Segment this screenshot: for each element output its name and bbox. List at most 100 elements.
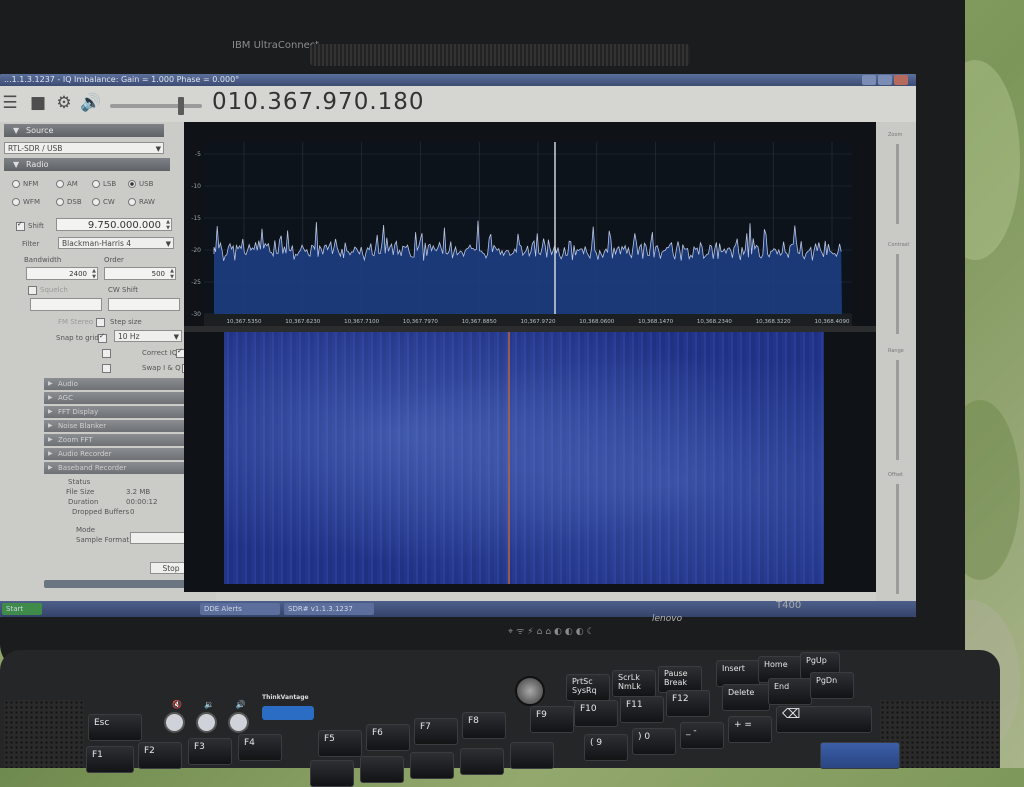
key-insert[interactable]: Insert <box>716 660 760 687</box>
mode-radio-dsb[interactable]: DSB <box>56 198 82 206</box>
volume-down-button[interactable] <box>196 712 217 733</box>
mode-radio-raw[interactable]: RAW <box>128 198 155 206</box>
squelch-input[interactable] <box>30 298 102 311</box>
stop-icon[interactable]: ■ <box>28 93 48 113</box>
key-f7[interactable]: F7 <box>414 718 458 745</box>
key-number[interactable] <box>310 760 354 787</box>
start-button[interactable]: Start <box>2 603 42 615</box>
squelch-checkbox[interactable] <box>28 286 37 295</box>
snap-to-grid-checkbox[interactable] <box>98 332 107 343</box>
volume-mute-button[interactable] <box>164 712 185 733</box>
order-input[interactable]: 500 ▲ ▼ <box>104 267 176 280</box>
fm-stereo-checkbox[interactable] <box>102 349 111 358</box>
key-pause[interactable]: Pause Break <box>658 666 702 693</box>
maximize-button[interactable] <box>878 75 892 85</box>
key-f8[interactable]: F8 <box>462 712 506 739</box>
close-button[interactable] <box>894 75 908 85</box>
offset-slider[interactable] <box>896 484 899 594</box>
step-size-label: Step size <box>110 318 142 326</box>
fft-plot[interactable]: -5 -10 -15 -20 -25 -30 10,367.5350 10,367.6230… <box>184 122 876 332</box>
key-equals[interactable]: + = <box>728 716 772 743</box>
key-esc[interactable]: Esc <box>88 714 142 741</box>
frequency-display[interactable]: 010.367.970.180 <box>212 89 425 115</box>
agc-section-header[interactable]: AGC <box>44 392 194 404</box>
mode-radio-am[interactable]: AM <box>56 180 78 188</box>
range-label: Range <box>888 348 904 354</box>
key-pgdn[interactable]: PgDn <box>810 672 854 699</box>
shift-input[interactable]: 9.750.000.000 ▲ ▼ <box>56 218 172 231</box>
key-number[interactable] <box>460 748 504 775</box>
key-9[interactable]: ( 9 <box>584 734 628 761</box>
fft-display-section-header[interactable]: FFT Display <box>44 406 194 418</box>
spin-arrows-icon[interactable]: ▲ ▼ <box>170 268 174 280</box>
audio-recorder-section-header[interactable]: Audio Recorder <box>44 448 194 460</box>
step-size-checkbox[interactable] <box>96 318 105 327</box>
noise-blanker-section-header[interactable]: Noise Blanker <box>44 420 194 432</box>
key-delete[interactable]: Delete <box>722 684 770 711</box>
key-scrlk[interactable]: ScrLk NmLk <box>612 670 656 697</box>
filter-select[interactable]: Blackman-Harris 4 ▼ <box>58 237 174 249</box>
source-device-select[interactable]: RTL-SDR / USB ▼ <box>4 142 164 154</box>
range-slider[interactable] <box>896 360 899 460</box>
filter-label: Filter <box>22 240 40 248</box>
cw-shift-input[interactable] <box>108 298 180 311</box>
zoom-fft-section-header[interactable]: Zoom FFT <box>44 434 194 446</box>
contrast-slider[interactable] <box>896 254 899 334</box>
bandwidth-input[interactable]: 2400 ▲ ▼ <box>26 267 98 280</box>
fft-x-tick-label: 10,368.1470 <box>638 319 673 325</box>
key-f11[interactable]: F11 <box>620 696 664 723</box>
minimize-button[interactable] <box>862 75 876 85</box>
speaker-icon[interactable]: 🔊 <box>80 93 101 113</box>
mode-radio-lsb[interactable]: LSB <box>92 180 116 188</box>
volume-glyph-icons: 🔇🔉🔊 <box>172 700 268 709</box>
mode-radio-usb[interactable]: USB <box>128 180 153 188</box>
volume-slider[interactable] <box>110 97 202 115</box>
volume-up-button[interactable] <box>228 712 249 733</box>
key-f1[interactable]: F1 <box>86 746 134 773</box>
collapse-triangle-icon: ▼ <box>13 126 20 135</box>
shift-checkbox[interactable] <box>16 220 25 231</box>
volume-slider-handle[interactable] <box>178 97 184 115</box>
baseband-recorder-section-header[interactable]: Baseband Recorder <box>44 462 194 474</box>
key-number[interactable] <box>410 752 454 779</box>
key-number[interactable] <box>510 742 554 769</box>
audio-section-header[interactable]: Audio <box>44 378 194 390</box>
power-button[interactable] <box>515 676 545 706</box>
key-arrow[interactable] <box>820 742 900 769</box>
key-f4[interactable]: F4 <box>238 734 282 761</box>
zoom-slider[interactable] <box>896 144 899 224</box>
radio-section-header[interactable]: ▼ Radio <box>4 158 170 171</box>
key-0[interactable]: ) 0 <box>632 728 676 755</box>
key-f12[interactable]: F12 <box>666 690 710 717</box>
gear-icon[interactable]: ⚙ <box>54 93 74 113</box>
source-section-header[interactable]: ▼ Source <box>4 124 164 137</box>
key-f5[interactable]: F5 <box>318 730 362 757</box>
spin-arrows-icon[interactable]: ▲ ▼ <box>166 219 170 231</box>
spin-arrows-icon[interactable]: ▲ ▼ <box>92 268 96 280</box>
mode-radio-nfm[interactable]: NFM <box>12 180 38 188</box>
panel-scroll-bar[interactable] <box>44 580 204 588</box>
waterfall-display[interactable] <box>224 332 824 584</box>
key-backspace[interactable]: ⌫ <box>776 706 872 733</box>
menu-icon[interactable]: ☰ <box>0 93 20 113</box>
mode-radio-cw[interactable]: CW <box>92 198 115 206</box>
key-number[interactable] <box>360 756 404 783</box>
key-prtsc[interactable]: PrtSc SysRq <box>566 674 610 701</box>
taskbar-item-dde[interactable]: DDE Alerts <box>200 603 280 615</box>
key-f6[interactable]: F6 <box>366 724 410 751</box>
swap-iq-lock-checkbox[interactable] <box>102 364 111 373</box>
key-f9[interactable]: F9 <box>530 706 574 733</box>
key-f2[interactable]: F2 <box>138 742 182 769</box>
key-f10[interactable]: F10 <box>574 700 618 727</box>
taskbar-item-sdr[interactable]: SDR# v1.1.3.1237 <box>284 603 374 615</box>
fft-x-tick-label: 10,367.8850 <box>462 319 497 325</box>
key-end[interactable]: End <box>768 678 812 705</box>
key-f3[interactable]: F3 <box>188 738 232 765</box>
thinkvantage-button[interactable] <box>262 706 314 720</box>
snap-step-select[interactable]: 10 Hz ▼ <box>114 330 182 342</box>
brand-label: lenovo <box>652 614 683 624</box>
mode-radio-wfm[interactable]: WFM <box>12 198 40 206</box>
key-minus[interactable]: _ - <box>680 722 724 749</box>
spectrum-display[interactable]: -5 -10 -15 -20 -25 -30 10,367.5350 10,367.6230… <box>184 122 876 592</box>
waterfall-carrier-line <box>508 332 510 584</box>
